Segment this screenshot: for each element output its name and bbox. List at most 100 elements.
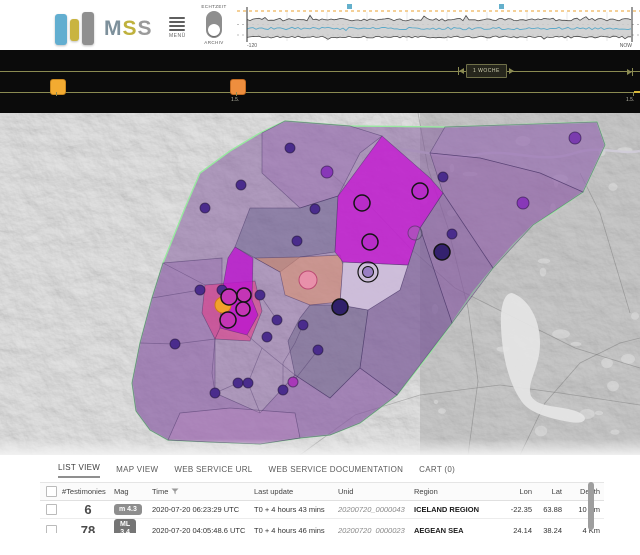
event-time: 2020-07-20 06:23:29 UTC [152,505,254,514]
town-patch [540,268,547,277]
testimonies-count: 78 [62,523,114,534]
event-circle[interactable] [237,288,251,302]
row-checkbox[interactable] [46,504,57,515]
toggle-label-archiv: ARCHIV [196,40,232,45]
select-all-checkbox[interactable] [46,486,57,497]
mss-logo[interactable]: MSS [55,9,153,45]
menu-label: MENÜ [169,33,185,39]
week-range-widget[interactable]: 1 WOCHE [458,64,514,78]
col-time[interactable]: Time [152,487,254,496]
logo-text: MSS [104,17,153,41]
town-patch [552,329,570,338]
town-patch [438,408,446,414]
event-circle[interactable] [298,320,308,330]
event-circle[interactable] [354,195,370,211]
town-patch [607,381,619,392]
col-lon[interactable]: Lon [498,487,536,496]
event-marker-2[interactable] [230,79,246,95]
table-row[interactable]: 6 m 4.3 2020-07-20 06:23:29 UTC T0 + 4 h… [40,501,604,519]
event-marker-1[interactable] [50,79,66,95]
logo-bar-blue [55,14,67,45]
mode-toggle-switch[interactable] [206,11,222,38]
hamburger-icon [169,17,185,31]
event-circle[interactable] [272,315,282,325]
timeline-week-axis [0,71,640,72]
range-right-arrow-icon[interactable] [509,68,514,74]
tab-cart[interactable]: CART (0) [419,465,455,478]
event-circle[interactable] [221,289,237,305]
town-patch [538,258,550,263]
event-circle[interactable] [255,290,265,300]
event-circle[interactable] [236,180,246,190]
event-circle[interactable] [236,302,250,316]
app-header: MSS MENÜ ECHTZEIT ARCHIV -120NOW [0,0,640,50]
event-circle[interactable] [362,234,378,250]
tab-web-service-url[interactable]: WEB SERVICE URL [174,465,252,478]
seismic-map[interactable] [0,113,640,455]
event-last-update: T0 + 4 hours 43 mins [254,505,338,514]
col-unid[interactable]: Unid [338,487,414,496]
event-circle[interactable] [210,388,220,398]
axis-highlight-segment [634,91,640,93]
event-region: ICELAND REGION [414,505,498,514]
event-circle[interactable] [195,285,205,295]
tab-list-view[interactable]: LIST VIEW [58,463,100,478]
table-row[interactable]: 78 ML3.4 2020-07-20 04:05:48.6 UTC T0 + … [40,519,604,533]
event-circle[interactable] [313,345,323,355]
event-circle[interactable] [321,166,333,178]
event-circle[interactable] [278,385,288,395]
testimonies-count: 6 [62,502,114,517]
seismogram-strip-chart[interactable]: -120NOW [237,0,640,50]
col-last-update[interactable]: Last update [254,487,338,496]
event-circle[interactable] [299,271,317,289]
menu-button[interactable]: MENÜ [169,17,185,39]
event-circle[interactable] [447,229,457,239]
event-circle[interactable] [434,244,450,260]
event-circle[interactable] [233,378,243,388]
event-circle[interactable] [288,377,298,387]
event-circle[interactable] [243,378,253,388]
event-circle[interactable] [412,183,428,199]
event-circle[interactable] [363,267,374,278]
col-mag[interactable]: Mag [114,487,152,496]
town-patch [595,411,603,415]
event-circle[interactable] [569,132,581,144]
town-patch [631,312,639,320]
event-circle[interactable] [438,172,448,182]
wave-right-label: NOW [620,43,633,49]
event-circle[interactable] [285,143,295,153]
axis-tick [56,92,57,96]
toggle-label-echtzeit: ECHTZEIT [196,4,232,9]
range-label[interactable]: 1 WOCHE [466,64,507,78]
range-left-arrow-icon[interactable] [459,68,464,74]
event-circle[interactable] [262,332,272,342]
event-circle[interactable] [200,203,210,213]
tab-web-service-documentation[interactable]: WEB SERVICE DOCUMENTATION [269,465,404,478]
event-unid: 20200720_0000023 [338,526,414,534]
tab-map-view[interactable]: MAP VIEW [116,465,158,478]
col-depth[interactable]: Depth [566,487,604,496]
range-end-marker[interactable] [627,68,633,76]
event-circle[interactable] [170,339,180,349]
table-scrollbar[interactable] [588,482,594,530]
voronoi-cell[interactable] [168,408,300,444]
event-circle[interactable] [332,299,348,315]
time-sort-icon[interactable] [171,488,179,495]
event-circle[interactable] [517,197,529,209]
wave-event-marker[interactable] [347,4,352,9]
event-circle[interactable] [220,312,236,328]
event-circle[interactable] [292,236,302,246]
toggle-knob [208,24,220,36]
mss-app: MSS MENÜ ECHTZEIT ARCHIV -120NOW 1 WOCHE [0,0,640,555]
col-testimonies[interactable]: #Testimonies [62,487,114,496]
event-circle[interactable] [310,204,320,214]
row-checkbox[interactable] [46,525,57,534]
axis-tick-label-right: 1.5. [626,97,634,103]
event-circle[interactable] [408,226,422,240]
wave-event-marker[interactable] [499,4,504,9]
event-region: AEGEAN SEA [414,526,498,534]
event-unid: 20200720_0000043 [338,505,414,514]
col-lat[interactable]: Lat [536,487,566,496]
col-region[interactable]: Region [414,487,498,496]
events-panel: LIST VIEW MAP VIEW WEB SERVICE URL WEB S… [0,456,640,533]
